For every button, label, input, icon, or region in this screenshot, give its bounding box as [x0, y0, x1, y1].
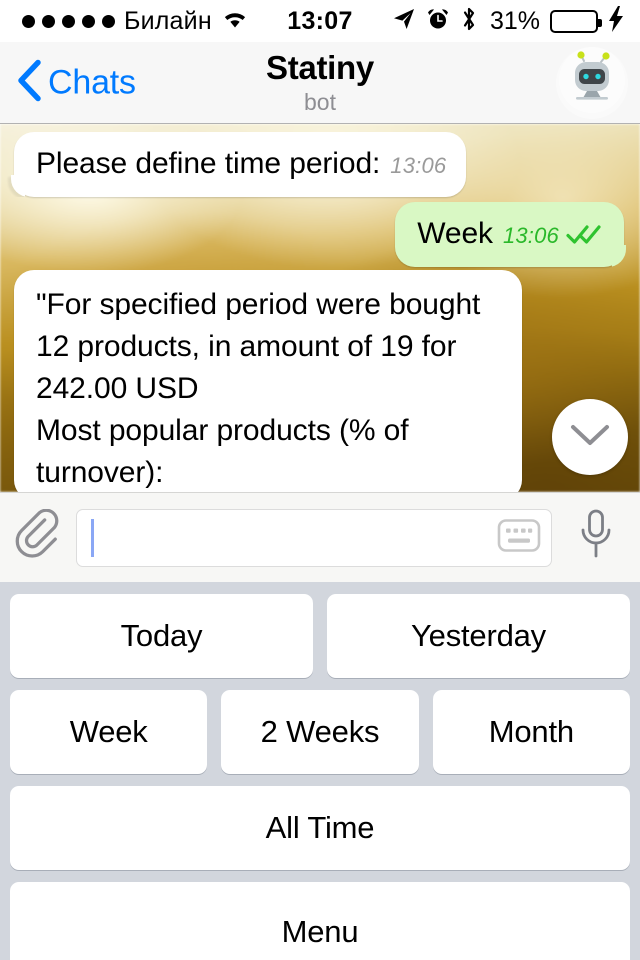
message-input-bar: [0, 492, 640, 582]
robot-avatar-icon: [559, 47, 625, 118]
keyboard-key-all-time[interactable]: All Time: [10, 786, 630, 870]
battery-icon: [550, 9, 602, 33]
keyboard-row: Week 2 Weeks Month: [10, 690, 630, 774]
battery-percent-label: 31%: [489, 6, 540, 35]
message-input-field[interactable]: [76, 508, 552, 567]
message-timestamp: 13:06: [502, 223, 559, 248]
message-timestamp: 13:06: [390, 153, 447, 178]
double-check-icon: [566, 222, 604, 251]
message-text: "For specified period were bought 12 pro…: [36, 288, 481, 489]
keyboard-row: All Time: [10, 786, 630, 870]
microphone-icon: [576, 507, 616, 568]
keyboard-key-2-weeks[interactable]: 2 Weeks: [221, 690, 419, 774]
text-caret: [91, 518, 94, 557]
location-arrow-icon: [392, 7, 416, 36]
keyboard-row: Today Yesterday: [10, 594, 630, 678]
attach-button[interactable]: [0, 508, 76, 566]
bluetooth-icon: [460, 6, 478, 37]
paperclip-icon: [15, 508, 61, 566]
avatar[interactable]: [556, 46, 628, 119]
custom-reply-keyboard: Today Yesterday Week 2 Weeks Month All T…: [0, 582, 640, 960]
message-row-incoming: Please define time period: 13:06: [11, 132, 467, 197]
keyboard-key-yesterday[interactable]: Yesterday: [327, 594, 630, 678]
keyboard-key-today[interactable]: Today: [10, 594, 313, 678]
voice-record-button[interactable]: [552, 507, 640, 568]
navigation-bar: Chats Statiny bot: [0, 42, 640, 124]
keyboard-key-menu[interactable]: Menu: [10, 882, 630, 960]
bubble-tail: [612, 245, 634, 267]
status-bar: Билайн 13:07 31%: [0, 0, 640, 42]
keyboard-key-month[interactable]: Month: [432, 690, 630, 774]
alarm-clock-icon: [426, 7, 450, 36]
message-row-outgoing: Week 13:06: [395, 202, 626, 267]
keyboard-toggle-button[interactable]: [497, 517, 541, 558]
bubble-tail: [3, 175, 25, 197]
message-text: Week: [417, 217, 493, 250]
chat-message-area[interactable]: Please define time period: 13:06 Week 13:0…: [0, 124, 640, 492]
message-bubble[interactable]: Please define time period: 13:06: [11, 132, 467, 197]
keyboard-key-week[interactable]: Week: [10, 690, 208, 774]
back-button[interactable]: Chats: [16, 58, 136, 107]
chevron-left-icon: [16, 58, 42, 107]
message-text: Please define time period:: [36, 147, 381, 180]
keyboard-row: Menu: [10, 882, 630, 960]
message-row-incoming: "For specified period were bought 12 pro…: [14, 270, 522, 492]
chat-screen: Билайн 13:07 31% Chats Statiny bot Pleas…: [0, 0, 640, 960]
scroll-to-bottom-button[interactable]: [552, 399, 628, 475]
keyboard-icon: [497, 518, 541, 552]
message-bubble[interactable]: Week 13:06: [395, 202, 626, 267]
chevron-down-icon: [568, 420, 612, 455]
message-bubble[interactable]: "For specified period were bought 12 pro…: [14, 270, 522, 492]
lightning-bolt-icon: [608, 5, 624, 37]
back-button-label: Chats: [48, 63, 136, 101]
status-bar-right: 31%: [392, 5, 624, 37]
